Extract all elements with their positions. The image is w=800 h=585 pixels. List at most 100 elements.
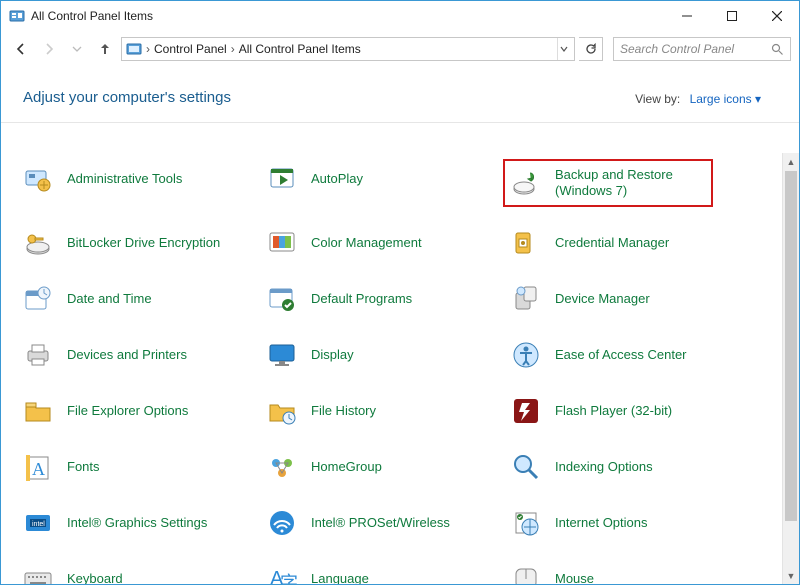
cp-item-label: Fonts	[67, 459, 100, 475]
cp-item-autoplay[interactable]: AutoPlay	[265, 159, 509, 199]
scroll-up-button[interactable]: ▲	[783, 153, 799, 170]
color-mgmt-icon	[265, 226, 299, 260]
scroll-down-button[interactable]: ▼	[783, 567, 799, 584]
cp-item-label: Mouse	[555, 571, 594, 584]
cp-item-label: Indexing Options	[555, 459, 653, 475]
cp-item-label: Intel® Graphics Settings	[67, 515, 207, 531]
cp-item-device-manager[interactable]: Device Manager	[509, 279, 753, 319]
breadcrumb-segment-0[interactable]: Control Panel	[154, 42, 227, 56]
cp-item-label: Administrative Tools	[67, 171, 182, 187]
cp-item-fonts[interactable]: AFonts	[21, 447, 265, 487]
autoplay-icon	[265, 162, 299, 196]
date-time-icon	[21, 282, 55, 316]
cp-item-devices-printers[interactable]: Devices and Printers	[21, 335, 265, 375]
window-buttons	[664, 1, 799, 31]
cp-item-language[interactable]: A字Language	[265, 559, 509, 584]
cp-item-label: Devices and Printers	[67, 347, 187, 363]
cp-item-label: Keyboard	[67, 571, 123, 584]
search-icon	[771, 43, 784, 56]
cp-item-homegroup[interactable]: HomeGroup	[265, 447, 509, 487]
vertical-scrollbar[interactable]: ▲ ▼	[782, 153, 799, 584]
close-button[interactable]	[754, 1, 799, 31]
language-icon: A字	[265, 562, 299, 584]
display-icon	[265, 338, 299, 372]
cp-item-admin-tools[interactable]: Administrative Tools	[21, 159, 265, 199]
items-grid: Administrative Tools AutoPlay Backup and R…	[21, 159, 781, 584]
navbar: › Control Panel › All Control Panel Item…	[1, 31, 799, 67]
bitlocker-icon	[21, 226, 55, 260]
cp-item-ease-of-access[interactable]: Ease of Access Center	[509, 335, 753, 375]
cp-item-bitlocker[interactable]: BitLocker Drive Encryption	[21, 223, 265, 263]
admin-icon	[21, 162, 55, 196]
cp-item-credential-mgr[interactable]: Credential Manager	[509, 223, 753, 263]
breadcrumb-segment-1[interactable]: All Control Panel Items	[239, 42, 361, 56]
ease-icon	[509, 338, 543, 372]
cp-item-mouse[interactable]: Mouse	[509, 559, 753, 584]
cp-item-internet-options[interactable]: Internet Options	[509, 503, 753, 543]
cp-item-label: Internet Options	[555, 515, 648, 531]
control-panel-icon	[9, 8, 25, 24]
folder-opt-icon	[21, 394, 55, 428]
window-title: All Control Panel Items	[31, 9, 664, 23]
cp-item-label: Display	[311, 347, 354, 363]
cp-item-indexing[interactable]: Indexing Options	[509, 447, 753, 487]
viewby-label: View by:	[635, 92, 680, 106]
cp-item-file-history[interactable]: File History	[265, 391, 509, 431]
viewby-value[interactable]: Large icons ▾	[690, 92, 761, 106]
titlebar: All Control Panel Items	[1, 1, 799, 31]
page-heading: Adjust your computer's settings	[23, 89, 635, 106]
cp-item-date-time[interactable]: Date and Time	[21, 279, 265, 319]
chevron-right-icon[interactable]: ›	[231, 42, 235, 56]
scroll-thumb[interactable]	[785, 171, 797, 521]
svg-text:字: 字	[280, 573, 298, 584]
cp-item-label: HomeGroup	[311, 459, 382, 475]
cp-item-label: BitLocker Drive Encryption	[67, 235, 220, 251]
chevron-down-icon: ▾	[755, 92, 761, 106]
cp-item-label: Backup and Restore (Windows 7)	[555, 167, 705, 198]
homegroup-icon	[265, 450, 299, 484]
up-button[interactable]	[93, 37, 117, 61]
minimize-button[interactable]	[664, 1, 709, 31]
mouse-icon	[509, 562, 543, 584]
cp-item-backup-restore[interactable]: Backup and Restore (Windows 7)	[503, 159, 713, 207]
chevron-right-icon[interactable]: ›	[146, 42, 150, 56]
flash-icon	[509, 394, 543, 428]
intel-wifi-icon	[265, 506, 299, 540]
printer-icon	[21, 338, 55, 372]
breadcrumb-dropdown[interactable]	[557, 38, 570, 60]
cp-item-label: AutoPlay	[311, 171, 363, 187]
recent-dropdown[interactable]	[65, 37, 89, 61]
cp-item-label: Intel® PROSet/Wireless	[311, 515, 450, 531]
back-button[interactable]	[9, 37, 33, 61]
search-input[interactable]: Search Control Panel	[613, 37, 791, 61]
maximize-button[interactable]	[709, 1, 754, 31]
cp-item-label: File Explorer Options	[67, 403, 188, 419]
cp-item-flash-player[interactable]: Flash Player (32-bit)	[509, 391, 753, 431]
content: Adjust your computer's settings View by:…	[1, 67, 799, 584]
breadcrumb-bar[interactable]: › Control Panel › All Control Panel Item…	[121, 37, 575, 61]
default-prog-icon	[265, 282, 299, 316]
cp-item-color-mgmt[interactable]: Color Management	[265, 223, 509, 263]
cp-item-keyboard[interactable]: Keyboard	[21, 559, 265, 584]
cp-item-intel-graphics[interactable]: intel Intel® Graphics Settings	[21, 503, 265, 543]
cp-item-display[interactable]: Display	[265, 335, 509, 375]
cp-item-label: Device Manager	[555, 291, 650, 307]
cp-item-default-programs[interactable]: Default Programs	[265, 279, 509, 319]
cp-item-label: File History	[311, 403, 376, 419]
viewby-control[interactable]: View by: Large icons ▾	[635, 92, 761, 106]
breadcrumb-root-icon[interactable]	[126, 41, 142, 57]
keyboard-icon	[21, 562, 55, 584]
cp-item-label: Credential Manager	[555, 235, 669, 251]
cp-item-label: Date and Time	[67, 291, 152, 307]
cp-item-label: Ease of Access Center	[555, 347, 687, 363]
divider	[1, 122, 799, 123]
cp-item-label: Color Management	[311, 235, 422, 251]
forward-button[interactable]	[37, 37, 61, 61]
cp-item-intel-proset[interactable]: Intel® PROSet/Wireless	[265, 503, 509, 543]
device-mgr-icon	[509, 282, 543, 316]
credential-icon	[509, 226, 543, 260]
indexing-icon	[509, 450, 543, 484]
refresh-button[interactable]	[579, 37, 603, 61]
intel-gfx-icon: intel	[21, 506, 55, 540]
cp-item-file-explorer-opt[interactable]: File Explorer Options	[21, 391, 265, 431]
